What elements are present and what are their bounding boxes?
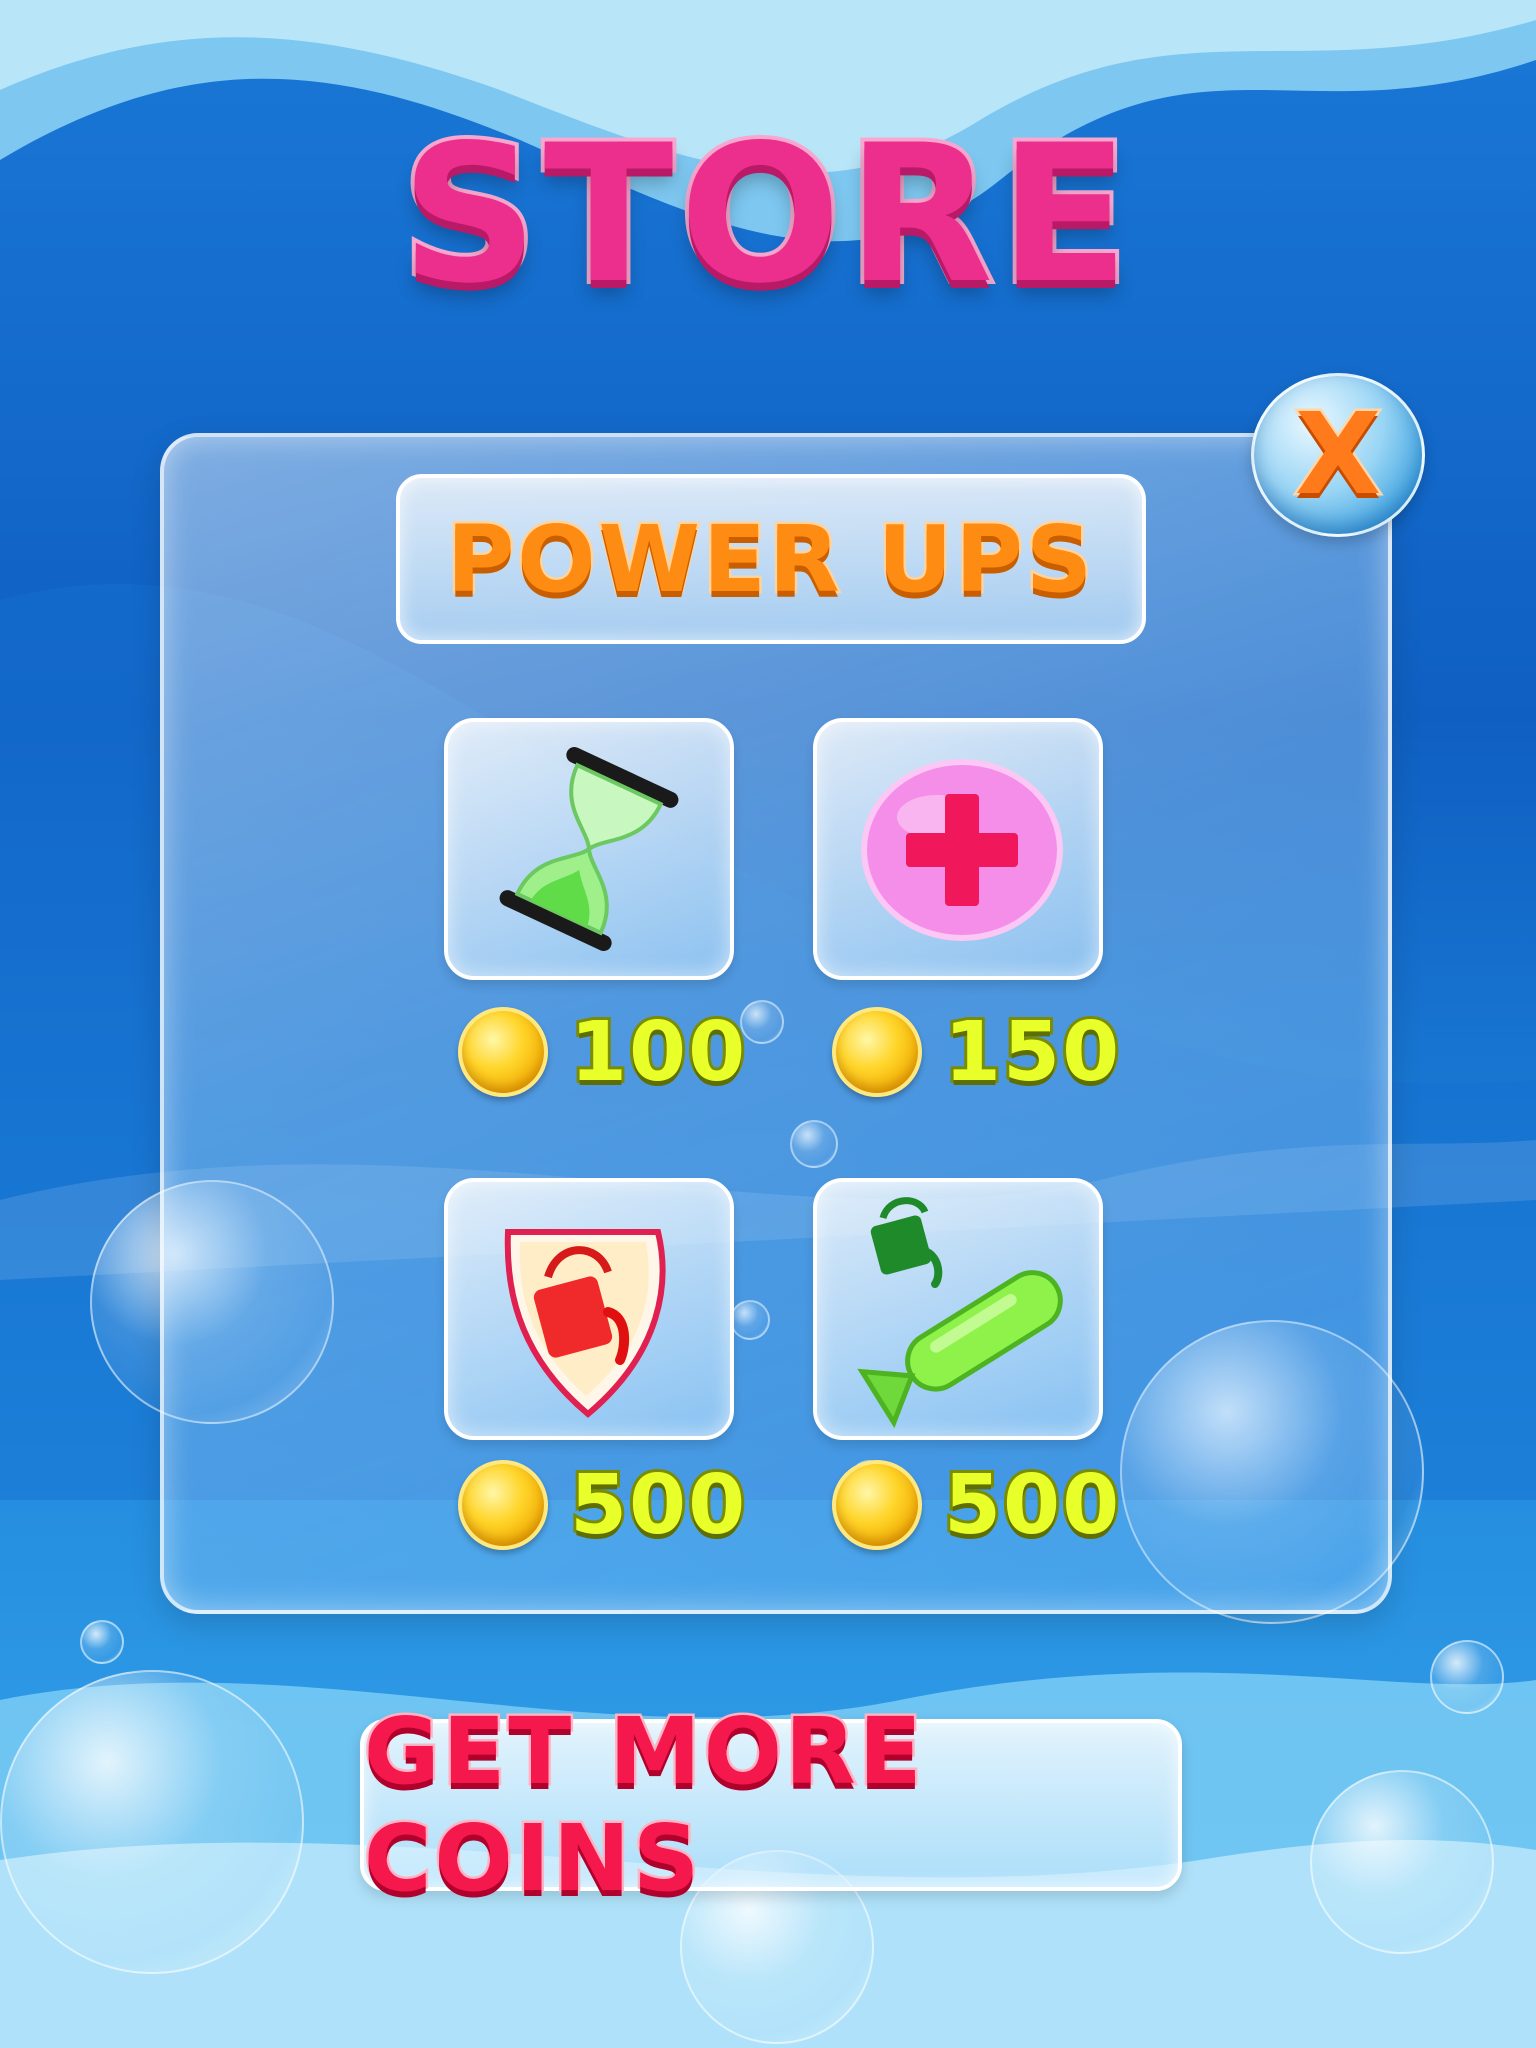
coin-icon <box>458 1007 548 1097</box>
get-more-coins-label: GET MORE COINS <box>362 1696 925 1915</box>
hourglass-icon <box>499 747 679 951</box>
price-tag: 100 <box>458 1002 748 1103</box>
bubble <box>0 1670 304 1974</box>
paint-bomb-icon <box>857 1197 1063 1429</box>
powerup-bomb-card[interactable] <box>813 1178 1103 1440</box>
coin-icon <box>832 1460 922 1550</box>
powerup-hourglass-card[interactable] <box>444 718 734 980</box>
coin-icon <box>458 1460 548 1550</box>
price-tag: 500 <box>832 1455 1122 1556</box>
bubble <box>1310 1770 1494 1954</box>
price-tag: 500 <box>458 1455 748 1556</box>
paint-shield-icon <box>504 1229 666 1418</box>
bubble <box>80 1620 124 1664</box>
close-button[interactable]: X <box>1251 373 1425 537</box>
bubble <box>1430 1640 1504 1714</box>
price-tag: 150 <box>832 1002 1122 1103</box>
health-plus-icon <box>861 759 1063 941</box>
section-title: POWER UPS <box>444 503 1096 615</box>
price-value: 150 <box>941 1002 1122 1103</box>
close-icon: X <box>1292 388 1383 523</box>
price-value: 500 <box>567 1455 748 1556</box>
price-value: 100 <box>567 1002 748 1103</box>
page-title: STORE <box>397 104 1136 325</box>
section-header-power-ups: POWER UPS <box>396 474 1146 644</box>
powerup-shield-card[interactable] <box>444 1178 734 1440</box>
coin-icon <box>832 1007 922 1097</box>
powerup-health-card[interactable] <box>813 718 1103 980</box>
price-value: 500 <box>941 1455 1122 1556</box>
get-more-coins-button[interactable]: GET MORE COINS <box>360 1696 1182 1915</box>
